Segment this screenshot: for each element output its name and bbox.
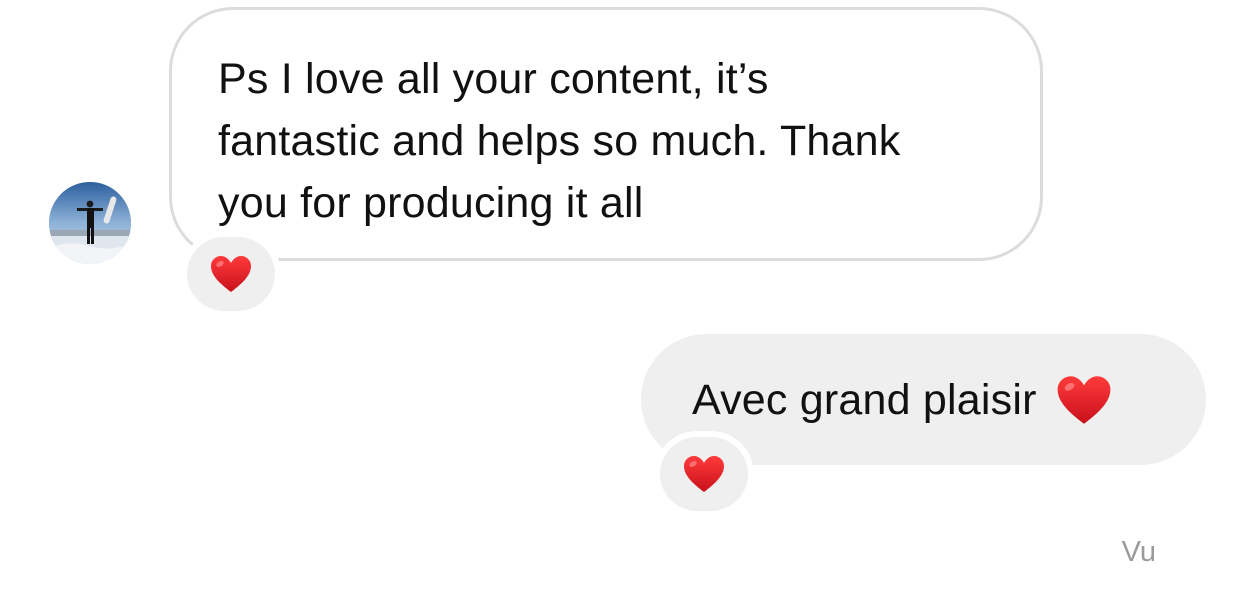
seen-status: Vu [1121, 536, 1156, 568]
heart-emoji-icon [1057, 375, 1110, 424]
heart-icon [211, 256, 251, 292]
incoming-message-text: Ps I love all your content, it’s fantast… [218, 55, 901, 227]
incoming-reaction[interactable] [187, 237, 275, 311]
outgoing-reaction[interactable] [660, 437, 748, 511]
heart-icon [684, 456, 724, 492]
incoming-message-bubble[interactable]: Ps I love all your content, it’s fantast… [169, 7, 1043, 261]
outgoing-message-text: Avec grand plaisir [692, 375, 1037, 424]
profile-avatar-icon [49, 182, 131, 264]
sender-avatar[interactable] [49, 182, 131, 264]
